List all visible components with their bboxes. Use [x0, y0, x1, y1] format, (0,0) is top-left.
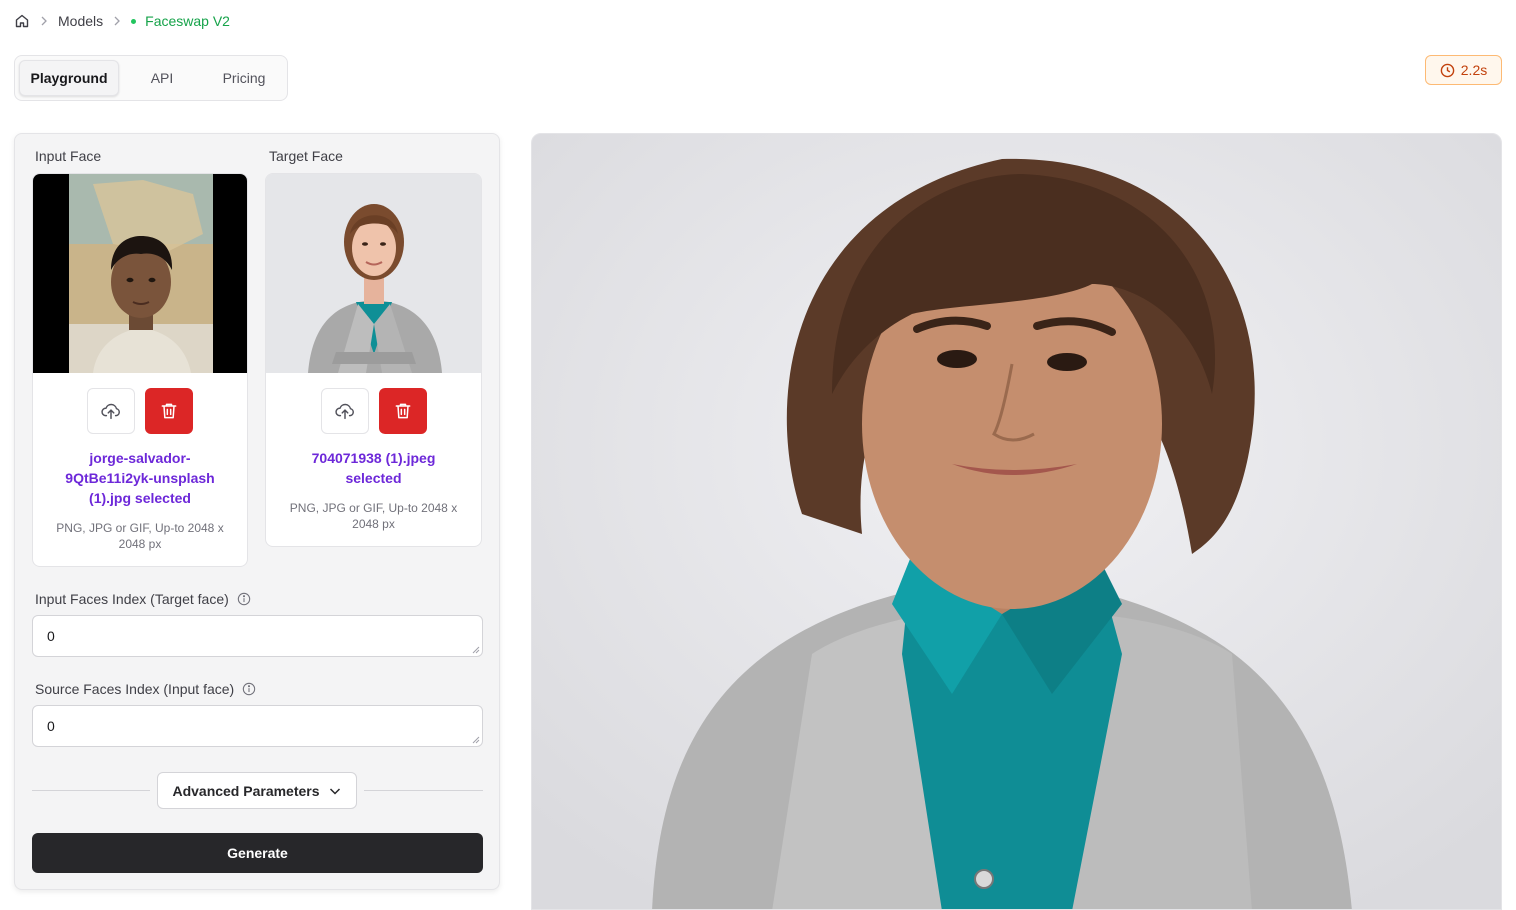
input-face-upload-button[interactable] — [87, 388, 135, 434]
input-faces-index-label: Input Faces Index (Target face) — [35, 591, 251, 607]
resize-handle-icon[interactable] — [472, 646, 480, 654]
target-face-delete-button[interactable] — [378, 388, 427, 434]
input-face-filename: jorge-salvador-9QtBe11i2yk-unsplash (1).… — [65, 450, 215, 506]
breadcrumb: Models Faceswap V2 — [14, 10, 230, 32]
tab-playground[interactable]: Playground — [19, 60, 119, 96]
target-face-hint: PNG, JPG or GIF, Up-to 2048 x 2048 px — [289, 501, 458, 531]
target-face-upload-button[interactable] — [320, 388, 369, 434]
source-faces-index-value: 0 — [47, 718, 55, 734]
input-face-upload[interactable]: jorge-salvador-9QtBe11i2yk-unsplash (1).… — [32, 173, 248, 567]
input-face-label: Input Face — [35, 148, 102, 164]
settings-panel: Input Face Target Face jorge-salvador-9Q… — [14, 133, 500, 890]
tab-api[interactable]: API — [119, 60, 205, 96]
tab-pricing[interactable]: Pricing — [205, 60, 283, 96]
resize-handle-icon[interactable] — [472, 736, 480, 744]
home-icon[interactable] — [14, 13, 30, 29]
tab-bar: Playground API Pricing — [14, 55, 288, 101]
info-icon[interactable] — [242, 682, 256, 696]
breadcrumb-current-label: Faceswap V2 — [145, 13, 230, 29]
clock-icon — [1440, 63, 1455, 78]
source-faces-index-label-text: Source Faces Index (Input face) — [35, 681, 235, 697]
output-image — [531, 133, 1502, 910]
chevron-right-icon — [113, 16, 121, 26]
input-face-delete-button[interactable] — [145, 388, 193, 434]
generate-button[interactable]: Generate — [32, 833, 483, 873]
timer-badge: 2.2s — [1425, 55, 1502, 85]
divider — [364, 790, 483, 791]
input-faces-index-label-text: Input Faces Index (Target face) — [35, 591, 229, 607]
info-icon[interactable] — [237, 592, 251, 606]
target-face-preview — [266, 174, 481, 373]
input-faces-index-field[interactable]: 0 — [32, 615, 483, 657]
divider — [32, 790, 150, 791]
breadcrumb-item-models[interactable]: Models — [58, 13, 103, 29]
timer-value: 2.2s — [1460, 62, 1488, 78]
source-faces-index-label: Source Faces Index (Input face) — [35, 681, 256, 697]
advanced-parameters-label: Advanced Parameters — [172, 782, 320, 799]
target-face-upload[interactable]: 704071938 (1).jpeg selected PNG, JPG or … — [265, 173, 482, 547]
chevron-down-icon — [328, 784, 342, 798]
cloud-upload-icon — [100, 400, 122, 422]
target-face-actions — [266, 388, 481, 434]
trash-icon — [159, 401, 179, 421]
input-faces-index-value: 0 — [47, 628, 55, 644]
target-face-filename: 704071938 (1).jpeg selected — [311, 450, 436, 486]
status-dot — [131, 18, 137, 24]
trash-icon — [393, 401, 413, 421]
input-face-actions — [33, 388, 247, 434]
breadcrumb-current: Faceswap V2 — [131, 13, 230, 29]
chevron-right-icon — [40, 16, 48, 26]
input-face-hint: PNG, JPG or GIF, Up-to 2048 x 2048 px — [56, 521, 224, 551]
cloud-upload-icon — [334, 400, 356, 422]
advanced-parameters-button[interactable]: Advanced Parameters — [157, 772, 357, 809]
input-face-preview — [33, 174, 247, 373]
source-faces-index-field[interactable]: 0 — [32, 705, 483, 747]
target-face-label: Target Face — [269, 148, 343, 164]
